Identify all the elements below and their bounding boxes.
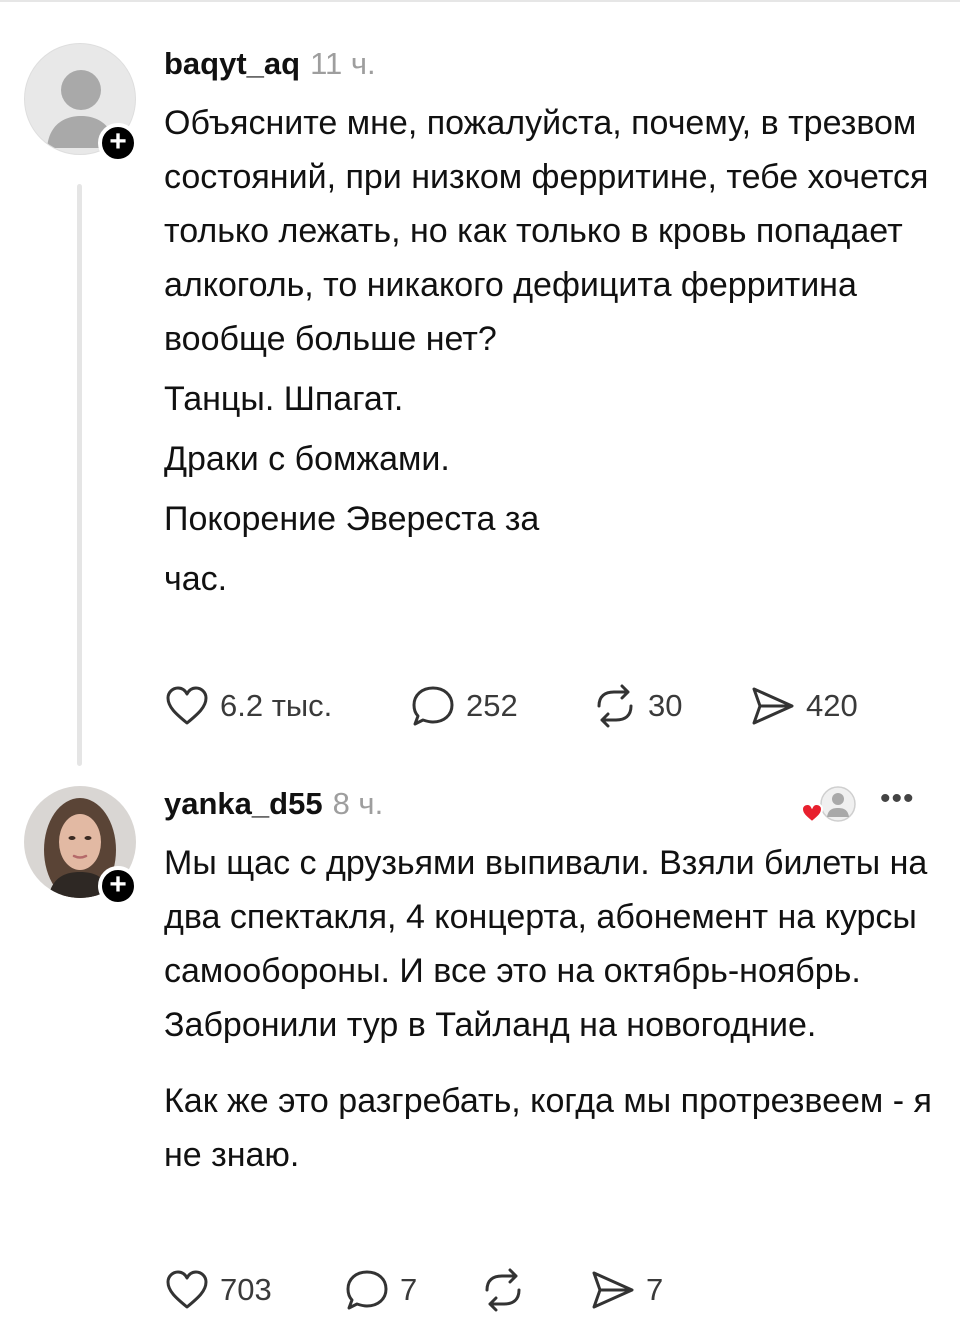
more-dots-icon[interactable]: ••• — [880, 782, 915, 816]
post-header: baqyt_aq 11 ч. — [164, 46, 376, 82]
liked-by-author-icon — [800, 784, 860, 828]
repost-button[interactable]: 30 — [592, 684, 682, 728]
share-button[interactable]: 7 — [590, 1268, 663, 1312]
speech-bubble-icon — [346, 1270, 388, 1310]
paper-plane-icon — [752, 687, 794, 725]
comment-button[interactable]: 7 — [344, 1268, 417, 1312]
paragraph: Мы щас с друзьями выпивали. Взяли билеты… — [164, 844, 928, 1044]
paragraph: Драки с бомжами. — [164, 440, 450, 478]
post-header: yanka_d55 8 ч. — [164, 786, 383, 822]
comment-count: 252 — [466, 688, 518, 723]
heart-icon — [166, 686, 208, 725]
paragraph: Как же это разгребать, когда мы протрезв… — [164, 1082, 932, 1174]
share-count: 7 — [646, 1272, 664, 1307]
comment-button[interactable]: 252 — [410, 684, 518, 728]
like-button[interactable]: 703 — [164, 1268, 272, 1312]
paragraph: час. — [164, 560, 228, 598]
timestamp: 11 ч. — [310, 46, 376, 81]
post-baqyt: + baqyt_aq 11 ч. Объясните мне, пожалуйст… — [0, 0, 960, 780]
timestamp: 8 ч. — [332, 786, 384, 821]
paragraph: Танцы. Шпагат. — [164, 380, 404, 418]
post-text: Объясните мне, пожалуйста, почему, в тре… — [164, 96, 944, 606]
repost-arrows-icon — [485, 1268, 521, 1312]
share-button[interactable]: 420 — [750, 684, 858, 728]
post-text: Мы щас с друзьями выпивали. Взяли билеты… — [164, 836, 944, 1182]
repost-button[interactable] — [480, 1268, 536, 1312]
post-yanka: + yanka_d55 8 ч. ••• Мы щас с друзьями вы… — [0, 780, 960, 1344]
like-count: 703 — [220, 1272, 272, 1307]
heart-icon — [166, 1270, 208, 1309]
follow-plus-icon[interactable]: + — [98, 866, 138, 906]
comment-count: 7 — [400, 1272, 418, 1307]
username[interactable]: yanka_d55 — [164, 786, 323, 821]
like-button[interactable]: 6.2 тыс. — [164, 684, 332, 728]
repost-arrows-icon — [597, 684, 633, 728]
like-count: 6.2 тыс. — [220, 688, 333, 723]
paper-plane-icon — [592, 1271, 634, 1309]
share-count: 420 — [806, 688, 858, 723]
speech-bubble-icon — [412, 686, 454, 726]
username[interactable]: baqyt_aq — [164, 46, 300, 81]
thread-line — [77, 184, 82, 766]
follow-plus-icon[interactable]: + — [98, 123, 138, 163]
repost-count: 30 — [648, 688, 683, 723]
paragraph: Объясните мне, пожалуйста, почему, в тре… — [164, 104, 929, 358]
heart-avatar-icon — [800, 786, 856, 824]
paragraph: Покорение Эвереста за — [164, 500, 540, 538]
